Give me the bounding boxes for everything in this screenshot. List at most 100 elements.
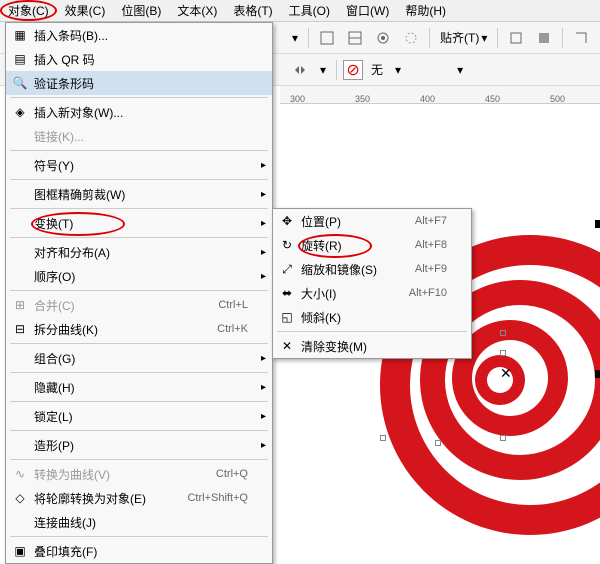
menu-item[interactable]: ◇将轮廓转换为对象(E)Ctrl+Shift+Q [6,486,272,510]
transform-submenu: ✥位置(P)Alt+F7↻旋转(R)Alt+F8⤢缩放和镜像(S)Alt+F9⬌… [272,208,472,359]
snap-dropdown[interactable]: 贴齐(T) ▾ [436,29,491,46]
menu-tools[interactable]: 工具(O) [281,0,338,21]
menu-separator [10,179,268,180]
bbox-handle[interactable] [500,435,506,441]
menu-item[interactable]: 隐藏(H)▸ [6,375,272,399]
bbox-handle[interactable] [435,440,441,446]
menu-item[interactable]: ↻旋转(R)Alt+F8 [273,233,471,257]
snap-btn-2[interactable] [343,26,367,50]
menu-item[interactable]: ⤢缩放和镜像(S)Alt+F9 [273,257,471,281]
menu-item[interactable]: ⬌大小(I)Alt+F10 [273,281,471,305]
flip-h-btn[interactable] [288,58,312,82]
menu-separator [10,97,268,98]
no-fill-icon: ⊘ [346,60,359,80]
menu-item[interactable]: 组合(G)▸ [6,346,272,370]
menu-shortcut: Alt+F9 [415,263,467,275]
menu-item-label: 转换为曲线(V) [30,466,216,483]
units-dropdown[interactable]: ▾ [288,31,302,45]
menu-separator [10,372,268,373]
menu-item[interactable]: ✥位置(P)Alt+F7 [273,209,471,233]
menu-separator [10,401,268,402]
view-btn-1[interactable] [371,26,395,50]
submenu-arrow-icon: ▸ [261,411,266,422]
submenu-arrow-icon: ▸ [261,271,266,282]
menu-shortcut: Ctrl+Shift+Q [187,492,268,504]
rotate-icon: ↻ [277,235,297,255]
fill-dropdown[interactable]: ▾ [391,63,405,77]
selection-handle[interactable] [595,220,600,228]
menu-item[interactable]: 图框精确剪裁(W)▸ [6,182,272,206]
blank-icon [10,184,30,204]
menu-item[interactable]: ▣叠印填充(F) [6,539,272,563]
bbox-handle[interactable] [500,330,506,336]
menu-item-label: 验证条形码 [30,75,268,92]
menu-item[interactable]: 造形(P)▸ [6,433,272,457]
snap-btn-1[interactable] [315,26,339,50]
tool-btn-b[interactable] [532,26,556,50]
menu-item-label: 拆分曲线(K) [30,321,217,338]
menu-item[interactable]: 符号(Y)▸ [6,153,272,177]
ruler-mark: 300 [290,94,305,104]
menu-item[interactable]: ⊟拆分曲线(K)Ctrl+K [6,317,272,341]
blank-icon [10,213,30,233]
scale-icon: ⤢ [277,259,297,279]
menu-item[interactable]: 对齐和分布(A)▸ [6,240,272,264]
flip-dropdown[interactable]: ▾ [316,63,330,77]
menu-item-label: 合并(C) [30,297,218,314]
fill-swatch[interactable]: ⊘ [343,60,363,80]
menu-item-label: 变换(T) [30,215,268,232]
view-btn-2[interactable] [399,26,423,50]
menu-separator [10,459,268,460]
menu-item[interactable]: ▤插入 QR 码 [6,47,272,71]
menubar: 对象(C) 效果(C) 位图(B) 文本(X) 表格(T) 工具(O) 窗口(W… [0,0,600,22]
size-icon: ⬌ [277,283,297,303]
menu-item[interactable]: ◈插入新对象(W)... [6,100,272,124]
blank-icon [10,348,30,368]
tool-btn-c[interactable] [569,26,593,50]
menu-item[interactable]: 变换(T)▸ [6,211,272,235]
menu-item: 链接(K)... [6,124,272,148]
menu-item-label: 连接曲线(J) [30,514,268,531]
blank-icon [10,155,30,175]
menu-window[interactable]: 窗口(W) [338,0,397,21]
menu-item-label: 清除变换(M) [297,338,467,355]
object-menu: ▦插入条码(B)...▤插入 QR 码🔍验证条形码 ◈插入新对象(W)... 链接(… [5,22,273,564]
center-marker: ✕ [500,365,512,382]
bbox-handle[interactable] [500,350,506,356]
menu-shortcut: Ctrl+Q [216,468,268,480]
menu-effects[interactable]: 效果(C) [57,0,114,21]
menu-item[interactable]: 锁定(L)▸ [6,404,272,428]
menu-item[interactable]: ◱倾斜(K) [273,305,471,329]
menu-separator [10,536,268,537]
menu-shortcut: Ctrl+K [217,323,268,335]
menu-item[interactable]: ▦插入条码(B)... [6,23,272,47]
menu-separator [10,290,268,291]
position-icon: ✥ [277,211,297,231]
menu-item-label: 锁定(L) [30,408,268,425]
outline-dropdown[interactable]: ▾ [453,63,467,77]
tool-btn-a[interactable] [504,26,528,50]
menu-item-label: 符号(Y) [30,157,268,174]
menu-object[interactable]: 对象(C) [0,0,57,21]
blank-icon [10,406,30,426]
menu-item[interactable]: 🔍验证条形码 [6,71,272,95]
ruler-mark: 350 [355,94,370,104]
menu-item-label: 链接(K)... [30,128,268,145]
menu-item[interactable]: ✕清除变换(M) [273,334,471,358]
menu-item[interactable]: 连接曲线(J) [6,510,272,534]
menu-separator [10,237,268,238]
blank-icon [10,242,30,262]
menu-item-label: 位置(P) [297,213,415,230]
menu-text[interactable]: 文本(X) [169,0,225,21]
bbox-handle[interactable] [380,435,386,441]
menu-bitmap[interactable]: 位图(B) [113,0,169,21]
menu-table[interactable]: 表格(T) [225,0,280,21]
menu-item-label: 插入 QR 码 [30,51,268,68]
menu-item[interactable]: 顺序(O)▸ [6,264,272,288]
menu-item-label: 顺序(O) [30,268,268,285]
selection-handle[interactable] [595,370,600,378]
menu-item: ∿转换为曲线(V)Ctrl+Q [6,462,272,486]
overprint-icon: ▣ [10,541,30,561]
curve-icon: ∿ [10,464,30,484]
menu-help[interactable]: 帮助(H) [397,0,454,21]
